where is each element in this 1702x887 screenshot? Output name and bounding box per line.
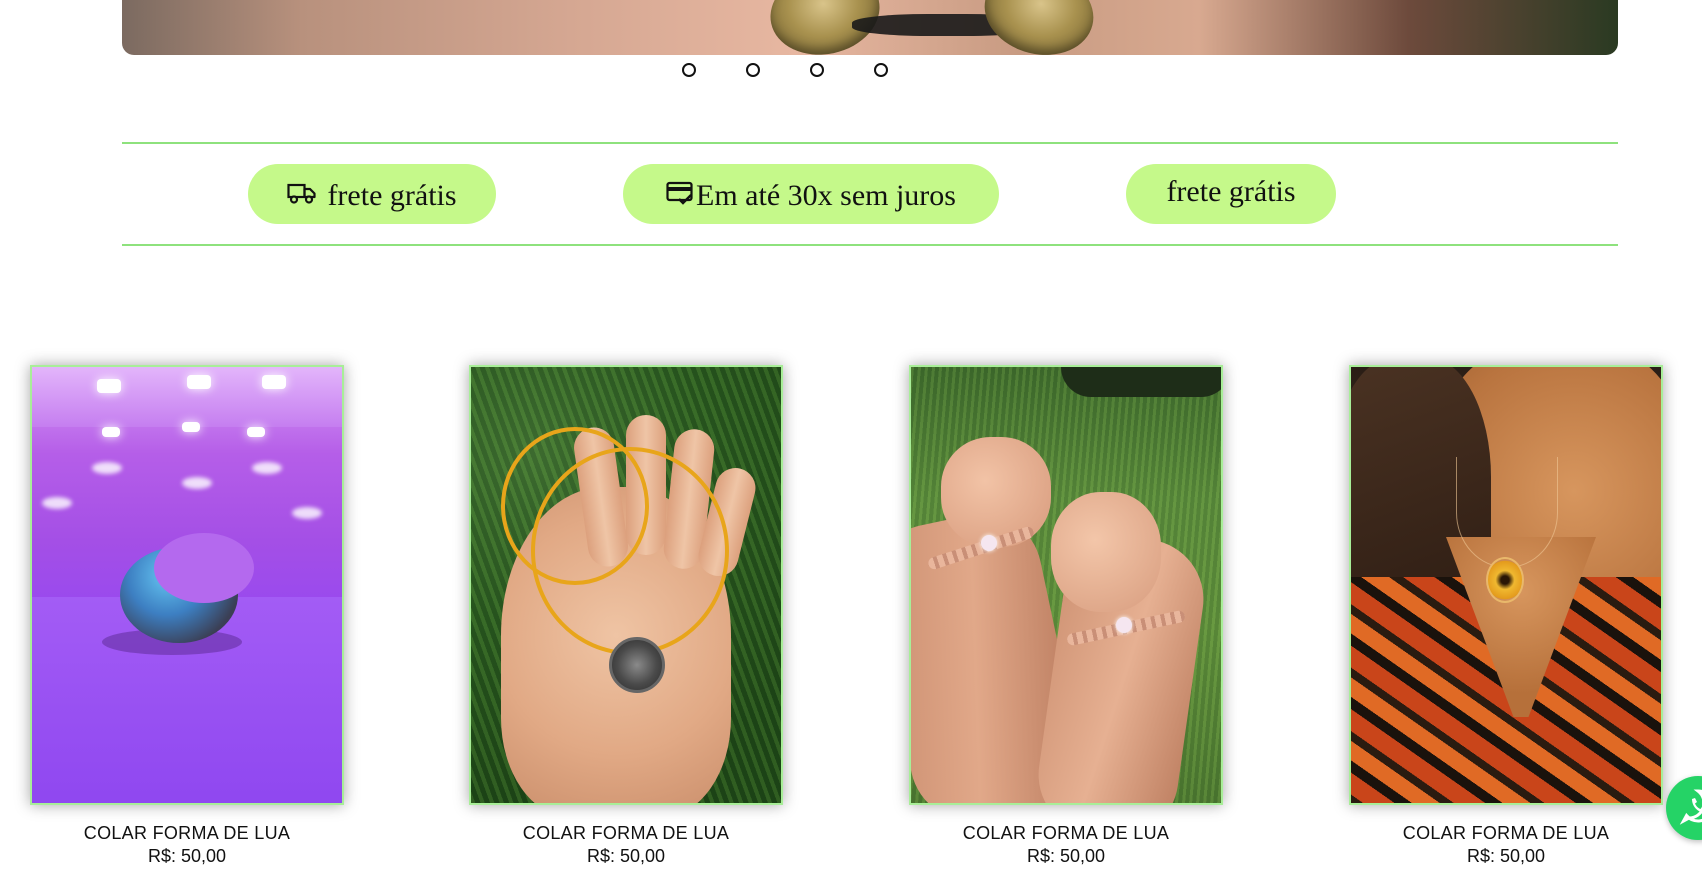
whatsapp-icon	[1678, 786, 1702, 831]
product-card[interactable]: COLAR FORMA DE LUA R$: 50,00	[469, 365, 783, 867]
product-price: R$: 50,00	[147, 846, 227, 866]
benefit-free-shipping-2: frete grátis	[1126, 164, 1336, 224]
carousel-indicators	[682, 63, 888, 77]
product-image[interactable]	[909, 365, 1223, 805]
product-name[interactable]: COLAR FORMA DE LUA	[909, 823, 1223, 844]
product-price: R$: 50,00	[586, 846, 666, 866]
carousel-dot-2[interactable]	[746, 63, 760, 77]
hero-image-pendant	[975, 0, 1103, 55]
product-price: R$: 50,00	[1026, 846, 1106, 866]
product-name[interactable]: COLAR FORMA DE LUA	[469, 823, 783, 844]
hero-carousel[interactable]	[122, 0, 1618, 55]
product-image[interactable]	[469, 365, 783, 805]
benefits-divider-bottom	[122, 244, 1618, 246]
benefit-free-shipping: frete grátis	[248, 164, 496, 224]
card-check-icon	[666, 181, 694, 207]
benefit-installments: Em até 30x sem juros	[623, 164, 999, 224]
product-card[interactable]: COLAR FORMA DE LUA R$: 50,00	[30, 365, 344, 867]
benefit-label: frete grátis	[1166, 175, 1296, 208]
carousel-dot-3[interactable]	[810, 63, 824, 77]
truck-icon	[287, 182, 317, 206]
carousel-dot-1[interactable]	[682, 63, 696, 77]
benefit-label: Em até 30x sem juros	[696, 179, 956, 212]
product-price: R$: 50,00	[1466, 846, 1546, 866]
product-name[interactable]: COLAR FORMA DE LUA	[1349, 823, 1663, 844]
product-image[interactable]	[1349, 365, 1663, 805]
benefit-label: frete grátis	[327, 179, 457, 212]
product-card[interactable]: COLAR FORMA DE LUA R$: 50,00	[1349, 365, 1663, 867]
benefits-divider-top	[122, 142, 1618, 144]
whatsapp-button[interactable]	[1666, 776, 1702, 840]
carousel-dot-4[interactable]	[874, 63, 888, 77]
product-name[interactable]: COLAR FORMA DE LUA	[30, 823, 344, 844]
product-image[interactable]	[30, 365, 344, 805]
product-card[interactable]: COLAR FORMA DE LUA R$: 50,00	[909, 365, 1223, 867]
